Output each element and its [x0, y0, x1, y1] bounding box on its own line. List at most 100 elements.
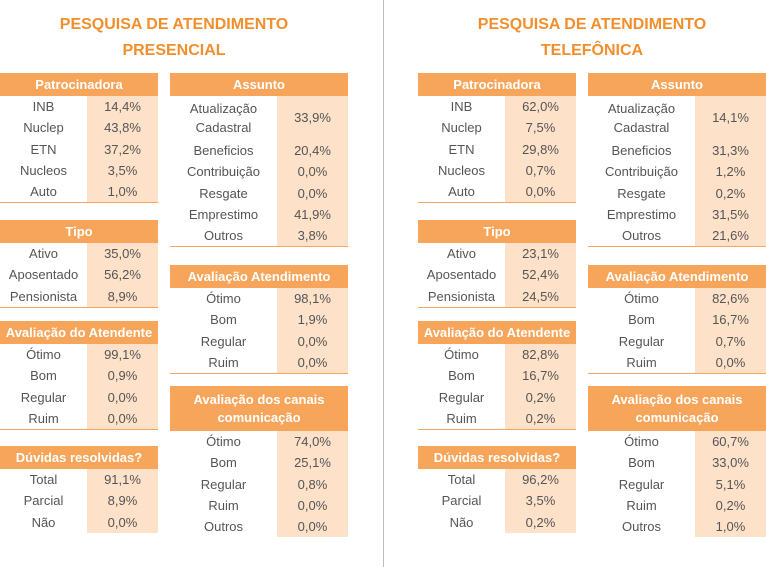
table-row: Auto 0,0%	[418, 181, 576, 203]
telefonica-title-line1: PESQUISA DE ATENDIMENTO	[477, 16, 707, 33]
table-header: Tipo	[0, 220, 158, 243]
row-value: 0,0%	[87, 386, 158, 408]
row-label: Ótimo	[624, 434, 659, 449]
table-header: Avaliação do Atendente	[418, 321, 576, 344]
row-value: 0,2%	[505, 407, 576, 430]
row-label: Ruim	[28, 410, 59, 426]
row-value: 16,7%	[505, 365, 576, 387]
row-value: 1,0%	[87, 181, 158, 203]
table-row: INB 62,0%	[418, 96, 576, 118]
table-row: Parcial 3,5%	[418, 490, 576, 512]
row-value: 82,6%	[695, 288, 766, 310]
table-header: Dúvidas resolvidas?	[0, 446, 158, 469]
table-header: Patrocinadora	[418, 73, 576, 96]
row-label: Bom	[210, 312, 237, 328]
table-row: Regular 5,1%	[588, 473, 766, 495]
table-row: Total 91,1%	[0, 469, 158, 491]
presencial-assunto-table: Assunto Atualização Cadastral 33,9% Benef…	[170, 73, 348, 248]
table-row: Outros 21,6%	[588, 225, 766, 247]
row-value: 3,5%	[505, 490, 576, 512]
table-row: Emprestimo 31,5%	[588, 203, 766, 226]
row-value: 0,0%	[695, 351, 766, 374]
row-value: 0,0%	[277, 516, 348, 538]
row-value: 37,2%	[87, 138, 158, 160]
table-row: Bom 16,7%	[588, 309, 766, 331]
row-label: Bom	[210, 455, 237, 471]
row-value: 16,7%	[695, 309, 766, 331]
table-row: Total 96,2%	[418, 469, 576, 491]
table-row: Ruim 0,2%	[588, 494, 766, 517]
row-value: 5,1%	[695, 473, 766, 495]
row-value: 41,9%	[277, 203, 348, 226]
row-value: 56,2%	[87, 264, 158, 286]
telefonica-duvidas-table: Dúvidas resolvidas? Total 96,2% Parcial 3,…	[418, 446, 576, 533]
row-label: Aposentado	[426, 267, 497, 283]
row-value: 0,7%	[505, 159, 576, 182]
row-value: 96,2%	[505, 469, 576, 491]
row-value: 0,9%	[87, 365, 158, 387]
row-value: 0,8%	[277, 473, 348, 495]
row-value: 23,1%	[505, 243, 576, 265]
row-label: Auto	[448, 184, 475, 200]
presencial-title-line2: PRESENCIAL	[122, 42, 226, 59]
table-row: Resgate 0,2%	[588, 182, 766, 204]
row-value: 99,1%	[87, 344, 158, 366]
row-label: Outros	[203, 519, 243, 535]
presencial-atendente-table: Avaliação do Atendente Ótimo 99,1% Bom 0,9…	[0, 321, 158, 431]
table-row: Atualização Cadastral 33,9%	[170, 96, 348, 140]
table-row: Outros 0,0%	[170, 516, 348, 538]
presencial-patrocinadora-table: Patrocinadora INB 14,4% Nuclep 43,8% ETN 37…	[0, 73, 158, 204]
table-row: Outros 1,0%	[588, 516, 766, 538]
presencial-atendimento-table: Avaliação Atendimento Ótimo 98,1% Bom 1,9%…	[170, 265, 348, 375]
row-value: 0,0%	[277, 494, 348, 517]
row-value: 8,9%	[87, 285, 158, 307]
row-value: 3,5%	[87, 159, 158, 182]
row-value: 29,8%	[505, 138, 576, 160]
table-header: Avaliação Atendimento	[170, 265, 348, 288]
table-row: Ótimo 99,1%	[0, 344, 158, 366]
table-row: Bom 1,9%	[170, 309, 348, 331]
presencial-tipo-table: Tipo Ativo 35,0% Aposentado 56,2% Pensioni…	[0, 220, 158, 308]
row-value: 1,9%	[277, 309, 348, 331]
row-label: Ruim	[446, 410, 477, 426]
row-label: INB	[450, 99, 473, 114]
table-row: Não 0,0%	[0, 511, 158, 533]
row-label: Nucleos	[438, 162, 485, 178]
row-label: Parcial	[23, 493, 64, 509]
row-value: 0,2%	[695, 494, 766, 517]
row-label: Auto	[30, 184, 57, 200]
row-label: Ótimo	[624, 291, 659, 306]
row-label: Ruim	[626, 354, 657, 370]
row-value: 8,9%	[87, 490, 158, 512]
row-value: 24,5%	[505, 285, 576, 307]
table-header: Patrocinadora	[0, 73, 158, 96]
row-label: Ruim	[208, 354, 239, 370]
row-value: 52,4%	[505, 264, 576, 286]
row-value: 0,0%	[87, 511, 158, 533]
table-row: Ruim 0,0%	[170, 351, 348, 374]
table-header: Assunto	[170, 73, 348, 96]
row-label: Nuclep	[23, 120, 64, 136]
row-value: 1,0%	[695, 516, 766, 538]
telefonica-canais-table: Avaliação dos canais comunicação Ótimo 60…	[588, 386, 766, 538]
table-row: Regular 0,7%	[588, 330, 766, 352]
table-row: Ativo 23,1%	[418, 243, 576, 265]
table-row: Outros 3,8%	[170, 225, 348, 247]
row-value: 33,0%	[695, 452, 766, 474]
row-label: Ruim	[208, 497, 239, 513]
table-header: Assunto	[588, 73, 766, 96]
row-value: 0,2%	[695, 182, 766, 204]
table-row: Regular 0,0%	[0, 386, 158, 408]
row-value: 0,0%	[277, 330, 348, 352]
row-label: Bom	[448, 368, 475, 384]
row-value: 98,1%	[277, 288, 348, 310]
telefonica-title: PESQUISA DE ATENDIMENTO TELEFÔNICA	[418, 12, 766, 64]
presencial-canais-table: Avaliação dos canais comunicação Ótimo 74…	[170, 386, 348, 538]
row-label: Parcial	[441, 493, 482, 509]
row-value: 0,0%	[505, 181, 576, 203]
row-label: Pensionista	[9, 288, 78, 304]
table-header: Avaliação do Atendente	[0, 321, 158, 344]
row-label: Ótimo	[206, 291, 241, 306]
row-label: Outros	[621, 519, 661, 535]
table-row: Parcial 8,9%	[0, 490, 158, 512]
